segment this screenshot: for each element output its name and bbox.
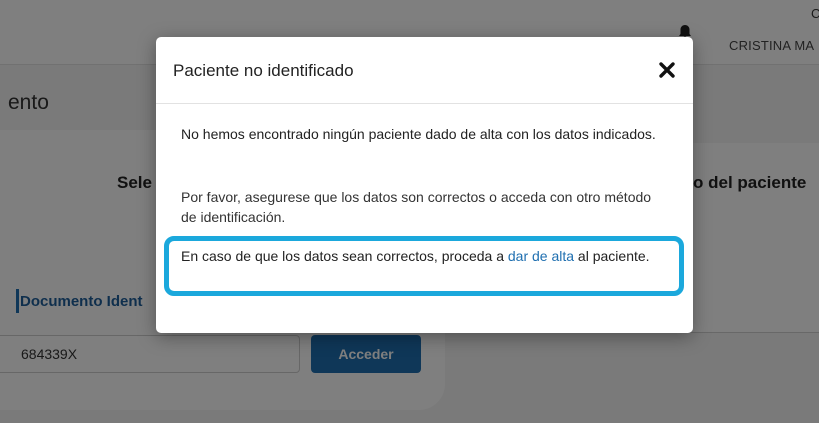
close-icon[interactable] <box>654 57 680 83</box>
message-not-found: No hemos encontrado ningún paciente dado… <box>181 126 656 142</box>
register-patient-link[interactable]: dar de alta <box>508 248 574 264</box>
highlight-box <box>164 236 684 296</box>
message-register-after: al paciente. <box>574 248 650 264</box>
message-register-before: En caso de que los datos sean correctos,… <box>181 248 508 264</box>
modal-header: Paciente no identificado <box>156 37 693 104</box>
patient-not-identified-modal: Paciente no identificado No hemos encont… <box>156 37 693 333</box>
modal-title: Paciente no identificado <box>173 61 354 80</box>
message-register: En caso de que los datos sean correctos,… <box>181 246 661 266</box>
message-check-data: Por favor, asegurese que los datos son c… <box>181 189 652 225</box>
